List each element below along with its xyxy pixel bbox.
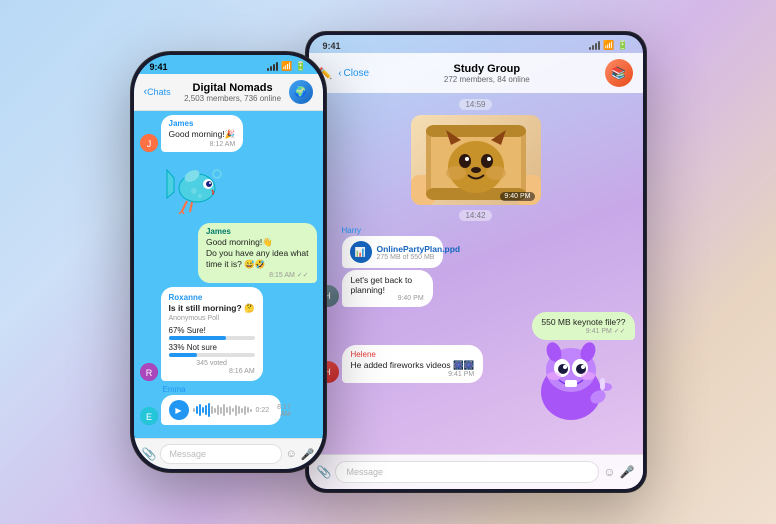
- timestamp-1459: 14:59: [459, 99, 491, 110]
- message-james-time: James Good morning!👋Do you have any idea…: [198, 223, 317, 283]
- tablet-signal-icon: [589, 41, 600, 50]
- file-name: OnlinePartyPlan.ppd: [377, 244, 461, 254]
- tablet-emoji-icon[interactable]: ☺: [603, 465, 615, 479]
- phone-chat-title: Digital Nomads 2,503 members, 736 online: [177, 82, 289, 103]
- devices-container: 9:41 📶 🔋 ‹ Chats: [131, 32, 646, 492]
- svg-text:E: E: [145, 412, 151, 422]
- file-message: 📊 OnlinePartyPlan.ppd 275 MB of 550 MB: [342, 236, 443, 268]
- mic-icon[interactable]: 🎤: [301, 448, 315, 461]
- voice-message-emma: Emma ▶: [161, 385, 311, 425]
- sender-label: James: [169, 119, 236, 128]
- tablet-group-avatar[interactable]: 📚: [605, 59, 633, 87]
- tablet-chat-title: Study Group 272 members, 84 online: [375, 63, 598, 84]
- poll-bubble: Roxanne Is it still morning? 🤔 Anonymous…: [161, 287, 263, 381]
- message-time: 9:40 PM: [351, 295, 424, 302]
- input-placeholder: Message: [169, 449, 206, 459]
- image-message: 9:40 PM: [411, 115, 541, 205]
- voice-bubble: ▶: [161, 395, 281, 425]
- group-avatar[interactable]: 🌍: [289, 80, 313, 104]
- close-label[interactable]: Close: [344, 68, 370, 79]
- tablet-device: 9:41 📶 🔋 ✏️ ‹ Close: [306, 32, 646, 492]
- tablet-message-input[interactable]: Message: [335, 461, 599, 483]
- phone-time: 9:41: [150, 62, 168, 72]
- tablet-input-placeholder: Message: [346, 467, 383, 477]
- message-row-james-1: J James Good morning!🎉 8:12 AM: [140, 115, 317, 152]
- wifi-icon: 📶: [281, 61, 292, 72]
- harry-text-message: Let's get back to planning! 9:40 PM: [342, 270, 433, 307]
- tablet-nav: ✏️ ‹ Close Study Group 272 members, 84 o…: [309, 53, 643, 93]
- helene-time: 9:41 PM: [351, 371, 475, 378]
- blob-sticker-icon: [526, 342, 616, 427]
- image-time: 9:40 PM: [500, 192, 534, 201]
- poll-option-1: 67% Sure!: [169, 326, 255, 340]
- helene-message: Helene He added fireworks videos 🎆🎆 9:41…: [342, 345, 484, 383]
- message-row-emma: E Emma ▶: [140, 385, 317, 425]
- svg-text:J: J: [146, 139, 151, 149]
- chat-members: 2,503 members, 736 online: [177, 94, 289, 103]
- voice-waveform: [193, 402, 252, 418]
- signal-icon: [267, 62, 278, 71]
- attachment-icon[interactable]: 📎: [142, 447, 157, 461]
- harry-messages: Harry 📊 OnlinePartyPlan.ppd 275 MB of 55…: [342, 226, 469, 307]
- back-button[interactable]: ‹ Chats: [144, 86, 171, 98]
- phone-device: 9:41 📶 🔋 ‹ Chats: [131, 52, 326, 472]
- svg-text:R: R: [145, 368, 152, 378]
- file-size: 275 MB of 550 MB: [377, 254, 461, 261]
- phone-status-bar: 9:41 📶 🔋: [134, 55, 323, 74]
- play-button[interactable]: ▶: [169, 400, 189, 420]
- poll-voted-count: 345 voted: [169, 360, 255, 367]
- fish-sticker-icon: [162, 156, 227, 214]
- avatar-roxanne: R: [140, 363, 158, 381]
- outgoing-keynote-message: 550 MB keynote file?? 9:41 PM ✓✓: [532, 312, 634, 340]
- close-button[interactable]: ‹ Close: [338, 68, 369, 79]
- tablet-chat-name: Study Group: [375, 63, 598, 75]
- sticker-fish-area: [162, 156, 227, 219]
- phone-nav: ‹ Chats Digital Nomads 2,503 members, 73…: [134, 74, 323, 111]
- phone-chat-area: J James Good morning!🎉 8:12 AM: [134, 111, 323, 438]
- battery-icon: 🔋: [295, 61, 306, 72]
- shiba-toast-image: 9:40 PM: [411, 115, 541, 205]
- timestamp-1442: 14:42: [459, 210, 491, 221]
- back-label[interactable]: Chats: [147, 87, 171, 97]
- avatar-james: J: [140, 134, 158, 152]
- tablet-battery-icon: 🔋: [617, 40, 628, 51]
- blob-sticker: [526, 342, 616, 422]
- tablet-mic-icon[interactable]: 🎤: [620, 465, 635, 479]
- chat-name: Digital Nomads: [177, 82, 289, 94]
- message-row-roxanne: R Roxanne Is it still morning? 🤔 Anonymo…: [140, 287, 317, 381]
- message-time-out: 9:41 PM ✓✓: [541, 327, 625, 335]
- tablet-chat-members: 272 members, 84 online: [375, 75, 598, 84]
- phone-input-bar: 📎 Message ☺ 🎤: [134, 438, 323, 469]
- poll-option-2: 33% Not sure: [169, 343, 255, 357]
- chevron-left-icon: ‹: [338, 68, 341, 79]
- emoji-icon[interactable]: ☺: [286, 448, 297, 460]
- file-type-icon: 📊: [350, 241, 372, 263]
- tablet-status-bar: 9:41 📶 🔋: [309, 35, 643, 53]
- avatar-emma: E: [140, 407, 158, 425]
- message-row-harry: H Harry 📊 OnlinePartyPlan.ppd 275 MB of …: [317, 226, 635, 307]
- tablet-input-bar: 📎 Message ☺ 🎤: [309, 454, 643, 489]
- sender-helene: Helene: [351, 350, 475, 359]
- tablet-attachment-icon[interactable]: 📎: [317, 465, 332, 479]
- tablet-time: 9:41: [323, 41, 341, 51]
- poll-sender: Roxanne: [169, 293, 255, 302]
- tablet-wifi-icon: 📶: [603, 40, 614, 51]
- phone-message-input[interactable]: Message: [160, 444, 281, 464]
- message-james-greeting: James Good morning!🎉 8:12 AM: [161, 115, 244, 152]
- voice-duration: 0:22: [256, 407, 270, 414]
